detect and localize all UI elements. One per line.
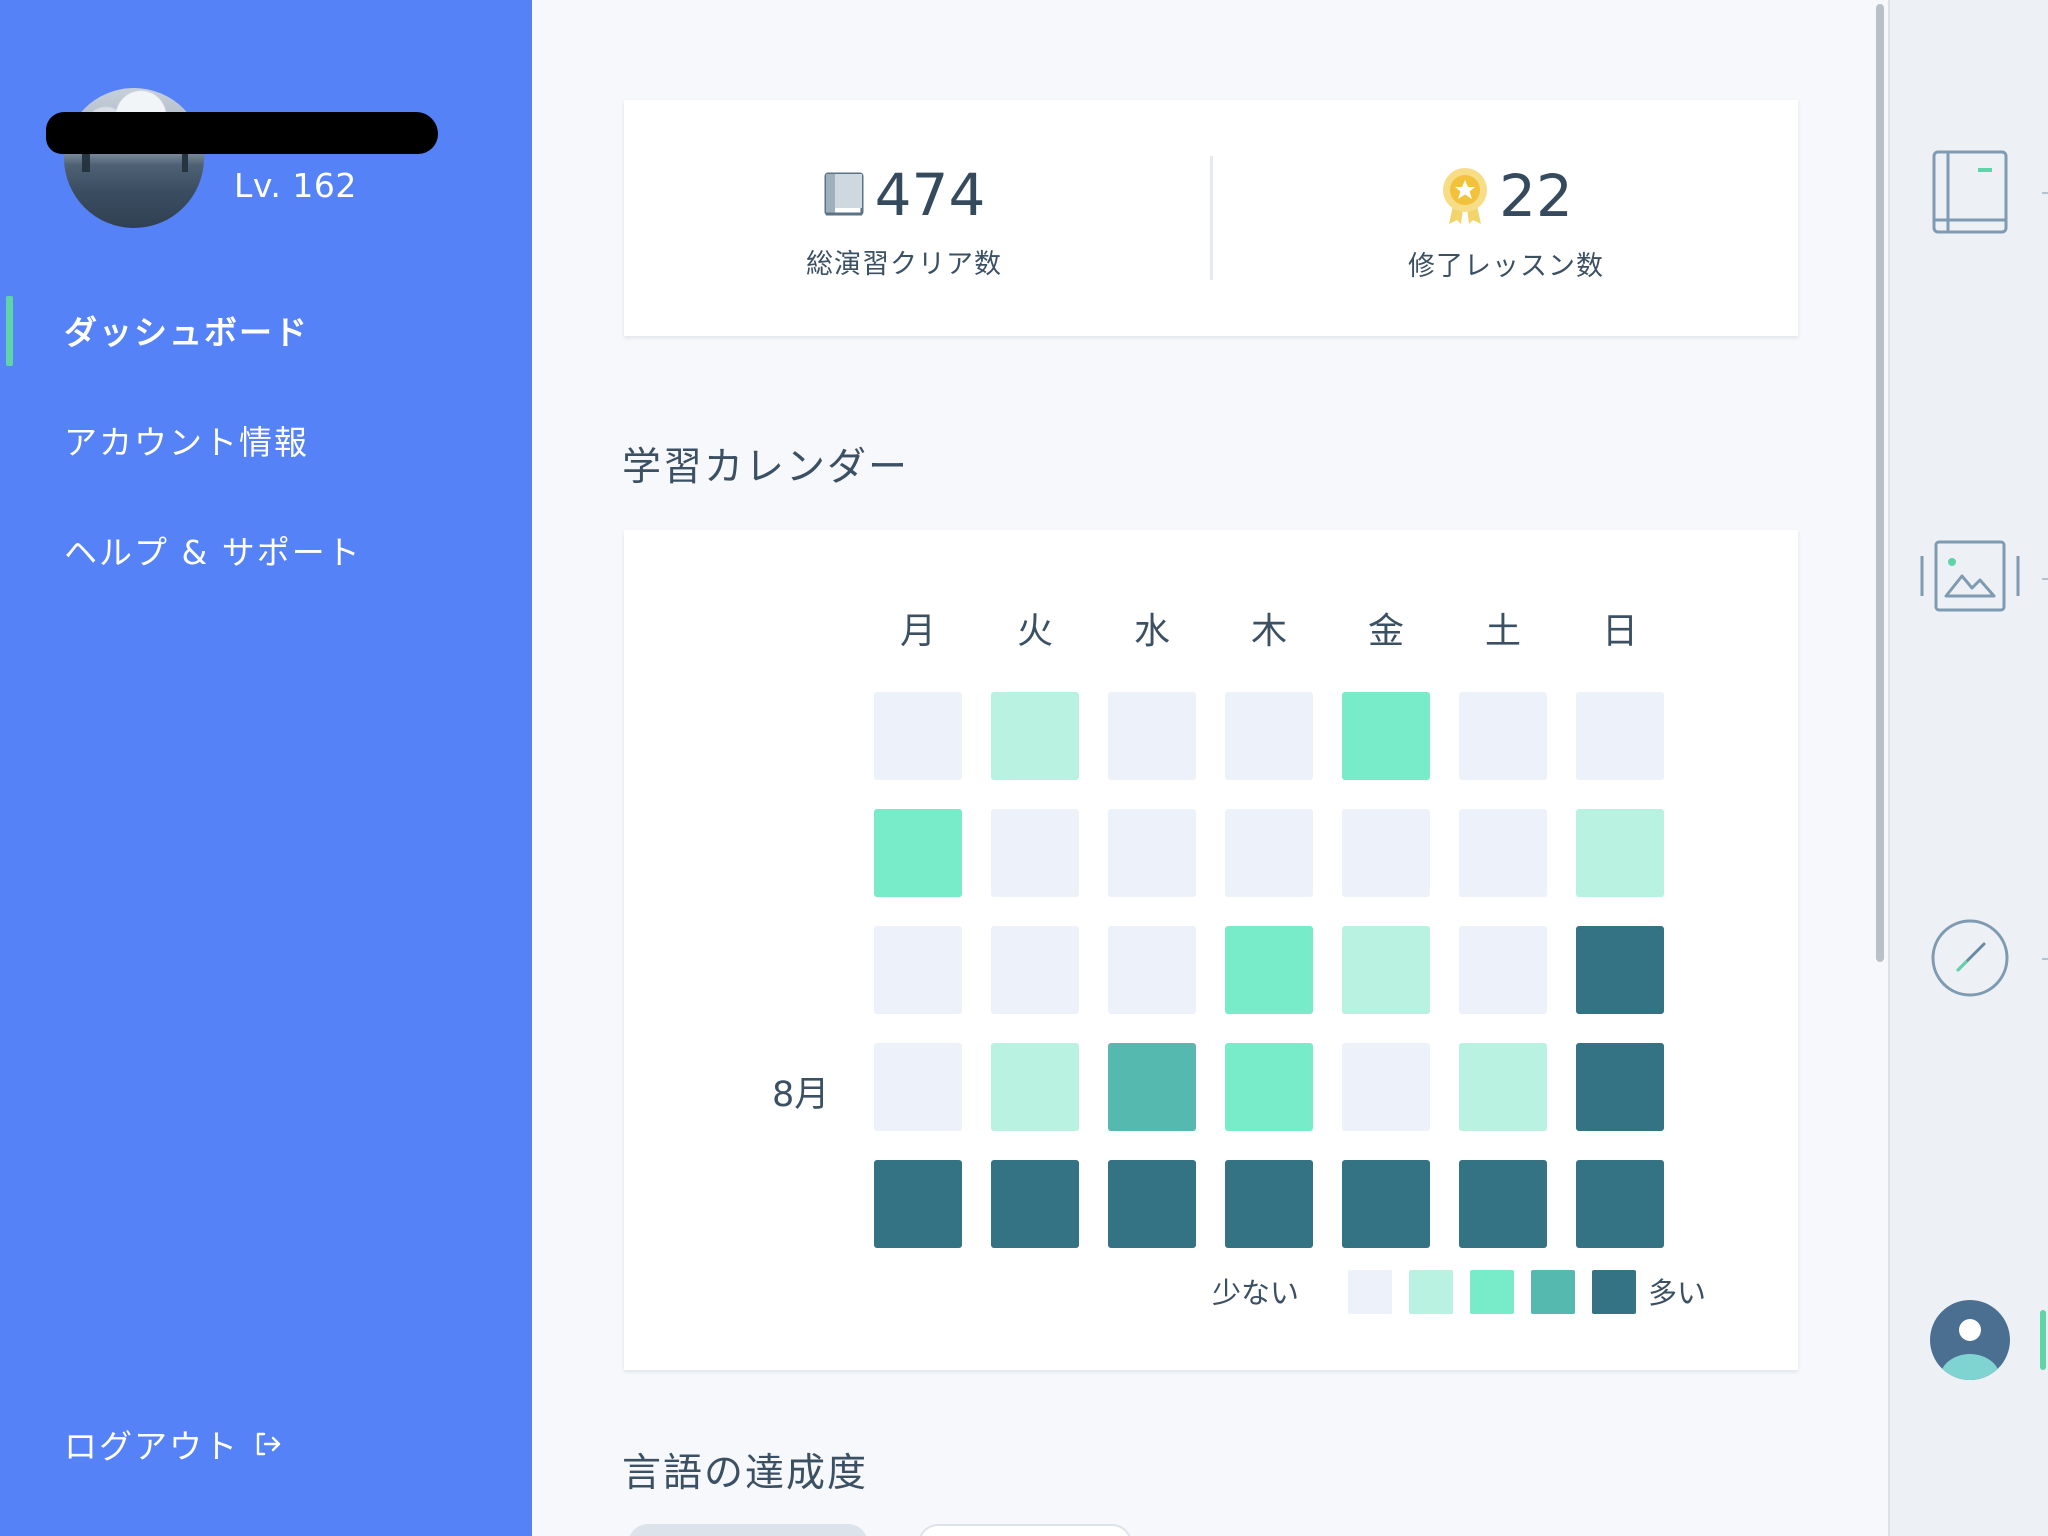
calendar-day-cell[interactable]: [1342, 692, 1430, 780]
lessons-count: 22: [1499, 162, 1573, 230]
calendar-day-cell[interactable]: [991, 1043, 1079, 1131]
legend-level-0: [1348, 1270, 1392, 1314]
calendar-day-cell[interactable]: [1108, 1043, 1196, 1131]
calendar-day-cell[interactable]: [1459, 809, 1547, 897]
calendar-day-cell[interactable]: [874, 926, 962, 1014]
calendar-day-cell[interactable]: [991, 809, 1079, 897]
calendar-day-cell[interactable]: [1576, 926, 1664, 1014]
logout-icon: [256, 1432, 281, 1456]
calendar-day-cell[interactable]: [1576, 1043, 1664, 1131]
calendar-title: 学習カレンダー: [622, 445, 910, 490]
calendar-day-cell[interactable]: [1576, 692, 1664, 780]
legend-level-3: [1531, 1270, 1575, 1314]
calendar-day-cell[interactable]: [991, 692, 1079, 780]
month-label: 8月: [772, 1075, 830, 1115]
stats-divider: [1210, 156, 1213, 280]
calendar-day-cell[interactable]: [1108, 1160, 1196, 1248]
exercises-label: 総演習クリア数: [806, 249, 1002, 280]
calendar-card: 月 火 水 木 金 土 日 8月 少ない 多い: [624, 530, 1798, 1370]
weekday-tue: 火: [1016, 611, 1053, 652]
rail-marker: [2042, 192, 2048, 194]
book-icon: [824, 172, 864, 216]
avatar[interactable]: [64, 88, 204, 228]
scrollbar[interactable]: [1876, 4, 1884, 962]
active-nav-indicator: [6, 296, 13, 366]
calendar-day-cell[interactable]: [1225, 926, 1313, 1014]
calendar-day-cell[interactable]: [1459, 692, 1547, 780]
lessons-label: 修了レッスン数: [1408, 251, 1604, 282]
weekday-thu: 木: [1250, 611, 1287, 652]
calendar-day-cell[interactable]: [1576, 1160, 1664, 1248]
calendar-day-cell[interactable]: [1342, 1160, 1430, 1248]
calendar-day-cell[interactable]: [1108, 926, 1196, 1014]
sidebar: Lv. 162 ダッシュボード アカウント情報 ヘルプ & サポート ログアウト: [0, 0, 532, 1536]
weekday-fri: 金: [1367, 611, 1404, 652]
compass-icon[interactable]: [1930, 918, 2010, 998]
user-level: Lv. 162: [234, 166, 357, 205]
calendar-day-cell[interactable]: [1225, 1043, 1313, 1131]
legend-level-4: [1592, 1270, 1636, 1314]
calendar-day-cell[interactable]: [874, 692, 962, 780]
exercises-count: 474: [874, 161, 986, 229]
calendar-day-cell[interactable]: [1342, 1043, 1430, 1131]
calendar-day-cell[interactable]: [991, 926, 1079, 1014]
redacted-username: [46, 112, 438, 154]
calendar-day-cell[interactable]: [1576, 809, 1664, 897]
stat-lessons: 22 修了レッスン数: [1306, 166, 1706, 283]
nav-item-help-support[interactable]: ヘルプ & サポート: [64, 526, 362, 574]
calendar-day-cell[interactable]: [1225, 1160, 1313, 1248]
rail-marker: [2042, 578, 2048, 580]
calendar-day-cell[interactable]: [1459, 926, 1547, 1014]
calendar-day-cell[interactable]: [1108, 809, 1196, 897]
calendar-day-cell[interactable]: [1108, 692, 1196, 780]
legend-less: 少ない: [1212, 1276, 1300, 1310]
calendar-day-cell[interactable]: [991, 1160, 1079, 1248]
nav-item-account[interactable]: アカウント情報: [64, 416, 309, 464]
book-icon[interactable]: [1930, 148, 2010, 236]
weekday-wed: 水: [1133, 611, 1170, 652]
calendar-day-cell[interactable]: [1342, 809, 1430, 897]
calendar-day-cell[interactable]: [1459, 1043, 1547, 1131]
medal-icon: [1443, 168, 1488, 224]
weekday-mon: 月: [899, 611, 936, 652]
calendar-day-cell[interactable]: [1459, 1160, 1547, 1248]
calendar-day-cell[interactable]: [874, 809, 962, 897]
legend-more: 多い: [1648, 1276, 1707, 1310]
nav-item-dashboard[interactable]: ダッシュボード: [64, 306, 309, 354]
weekday-sat: 土: [1484, 611, 1521, 652]
calendar-day-cell[interactable]: [1225, 692, 1313, 780]
logout-label: ログアウト: [64, 1427, 239, 1466]
language-tab[interactable]: [918, 1524, 1132, 1536]
rail-marker: [2042, 958, 2048, 960]
calendar-day-cell[interactable]: [1225, 809, 1313, 897]
calendar-day-cell[interactable]: [874, 1160, 962, 1248]
achievement-title: 言語の達成度: [622, 1451, 869, 1496]
profile-icon[interactable]: [1930, 1300, 2010, 1380]
main-content: 474 総演習クリア数 22 修了レッスン数 学習カレンダー 月 火 水 木 金…: [532, 0, 1888, 1536]
image-icon[interactable]: [1918, 538, 2022, 614]
legend-level-1: [1409, 1270, 1453, 1314]
weekday-sun: 日: [1601, 611, 1638, 652]
stats-card: 474 総演習クリア数 22 修了レッスン数: [624, 100, 1798, 336]
logout-button[interactable]: ログアウト: [64, 1420, 283, 1468]
stat-exercises: 474 総演習クリア数: [704, 166, 1104, 281]
calendar-day-cell[interactable]: [1342, 926, 1430, 1014]
rail-active-indicator: [2040, 1310, 2046, 1370]
right-rail: [1888, 0, 2048, 1536]
legend-level-2: [1470, 1270, 1514, 1314]
calendar-day-cell[interactable]: [874, 1043, 962, 1131]
language-tab-active[interactable]: [628, 1524, 868, 1536]
